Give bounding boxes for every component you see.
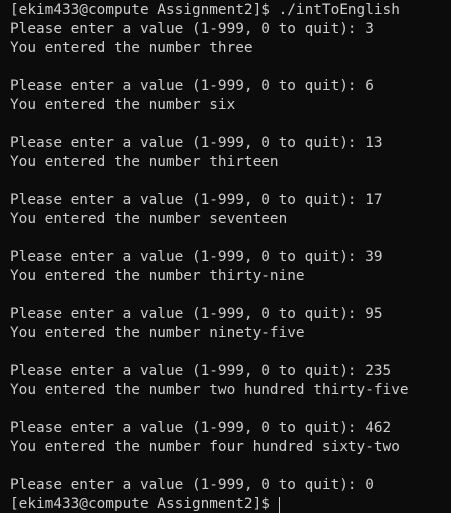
- shell-prompt-text: [ekim433@compute Assignment2]$: [10, 496, 270, 512]
- shell-command-line: [ekim433@compute Assignment2]$ ./intToEn…: [10, 2, 400, 18]
- input-prompt-line: Please enter a value (1-999, 0 to quit):…: [10, 420, 392, 436]
- input-prompt-line: Please enter a value (1-999, 0 to quit):…: [10, 249, 383, 265]
- input-prompt-line: Please enter a value (1-999, 0 to quit):…: [10, 306, 383, 322]
- input-prompt-line: Please enter a value (1-999, 0 to quit):…: [10, 192, 383, 208]
- output-result-line: You entered the number seventeen: [10, 211, 288, 227]
- output-result-line: You entered the number three: [10, 40, 253, 56]
- input-prompt-line: Please enter a value (1-999, 0 to quit):…: [10, 135, 383, 151]
- terminal-window[interactable]: [ekim433@compute Assignment2]$ ./intToEn…: [0, 0, 451, 513]
- output-result-line: You entered the number six: [10, 97, 236, 113]
- output-result-line: You entered the number thirteen: [10, 154, 279, 170]
- final-input-prompt-line: Please enter a value (1-999, 0 to quit):…: [10, 477, 374, 493]
- output-result-line: You entered the number thirty-nine: [10, 268, 305, 284]
- input-prompt-line: Please enter a value (1-999, 0 to quit):…: [10, 363, 392, 379]
- output-result-line: You entered the number four hundred sixt…: [10, 439, 400, 455]
- shell-prompt-line[interactable]: [ekim433@compute Assignment2]$: [10, 495, 451, 513]
- input-prompt-line: Please enter a value (1-999, 0 to quit):…: [10, 78, 374, 94]
- input-prompt-line: Please enter a value (1-999, 0 to quit):…: [10, 21, 374, 37]
- output-result-line: You entered the number two hundred thirt…: [10, 382, 409, 398]
- output-result-line: You entered the number ninety-five: [10, 325, 305, 341]
- text-cursor: [278, 496, 280, 513]
